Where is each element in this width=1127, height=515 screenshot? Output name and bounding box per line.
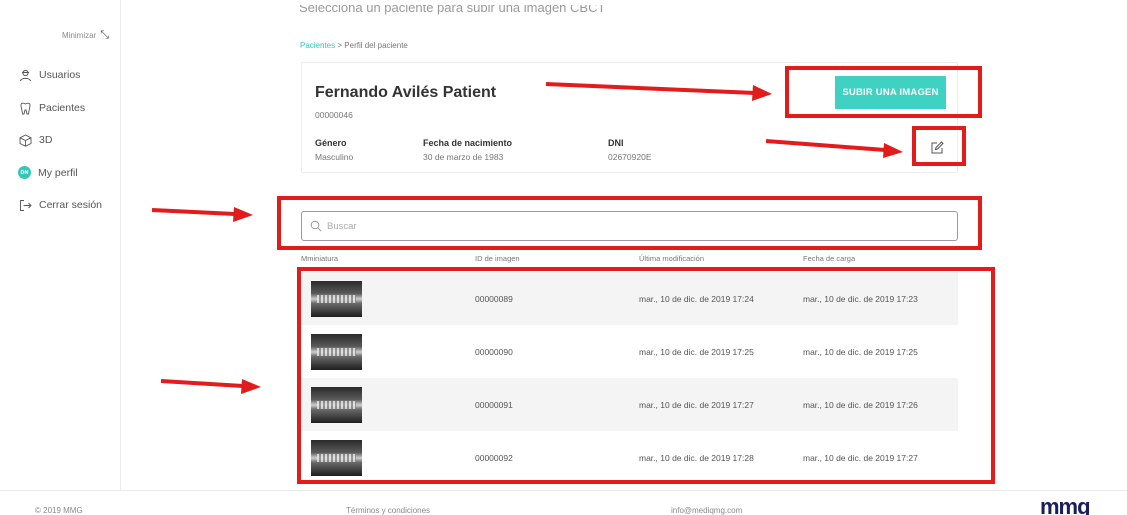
cell-upload-date: mar., 10 de dic. de 2019 17:25 — [803, 347, 918, 357]
sidebar-item-label: 3D — [39, 134, 53, 146]
xray-thumbnail[interactable] — [311, 440, 362, 476]
column-header-upload-date: Fecha de carga — [803, 254, 856, 263]
field-label: DNI — [608, 138, 624, 148]
column-header-image-id: ID de imagen — [475, 254, 520, 263]
page-instruction: Selecciona un paciente para subir una im… — [299, 5, 606, 15]
edit-patient-button[interactable] — [925, 136, 949, 160]
footer-divider — [0, 490, 1127, 491]
cell-upload-date: mar., 10 de dic. de 2019 17:23 — [803, 294, 918, 304]
sidebar-item-cerrar-sesion[interactable]: Cerrar sesión — [18, 198, 102, 212]
sidebar-item-label: Pacientes — [39, 102, 86, 114]
cell-upload-date: mar., 10 de dic. de 2019 17:26 — [803, 400, 918, 410]
avatar-icon: DN — [18, 166, 31, 179]
breadcrumb: Pacientes > Perfil del paciente — [300, 41, 408, 50]
annotation-arrow-table — [160, 379, 261, 394]
table-row[interactable]: 00000090 mar., 10 de dic. de 2019 17:25 … — [301, 325, 958, 378]
mmg-logo: mmg — [1040, 494, 1091, 515]
field-genero: Género Masculino — [315, 138, 353, 162]
users-icon — [18, 68, 32, 82]
column-header-thumbnail: Mminiatura — [301, 254, 339, 263]
sidebar-item-label: Cerrar sesión — [39, 199, 103, 211]
field-fecha-nacimiento: Fecha de nacimiento 30 de marzo de 1983 — [423, 138, 512, 162]
logout-icon — [18, 198, 32, 212]
cell-upload-date: mar., 10 de dic. de 2019 17:27 — [803, 453, 918, 463]
upload-image-button[interactable]: SUBIR UNA IMAGEN — [835, 76, 946, 109]
patient-id: 00000046 — [315, 110, 353, 120]
cell-image-id: 00000092 — [475, 453, 513, 463]
sidebar-item-label: My perfil — [38, 166, 78, 179]
breadcrumb-current: Perfil del paciente — [344, 41, 408, 50]
table-row[interactable]: 00000091 mar., 10 de dic. de 2019 17:27 … — [301, 378, 958, 431]
table-row[interactable]: 00000089 mar., 10 de dic. de 2019 17:24 … — [301, 272, 958, 325]
field-value: 02670920E — [608, 152, 652, 162]
xray-thumbnail[interactable] — [311, 334, 362, 370]
table-row[interactable]: 00000092 mar., 10 de dic. de 2019 17:28 … — [301, 431, 958, 484]
search-icon — [310, 220, 322, 232]
cube-icon — [18, 133, 32, 147]
breadcrumb-separator: > — [337, 41, 343, 50]
field-value: Masculino — [315, 152, 354, 162]
xray-thumbnail[interactable] — [311, 387, 362, 423]
field-value: 30 de marzo de 1983 — [423, 152, 504, 162]
footer-copyright: © 2019 MMG — [35, 506, 83, 515]
column-header-last-modified: Última modificación — [639, 254, 705, 263]
xray-thumbnail[interactable] — [311, 281, 362, 317]
breadcrumb-link-pacientes[interactable]: Pacientes — [300, 41, 335, 50]
search-input[interactable] — [327, 220, 927, 232]
tooth-icon — [18, 101, 32, 115]
cell-image-id: 00000089 — [475, 294, 513, 304]
sidebar-item-usuarios[interactable]: Usuarios — [18, 68, 80, 82]
field-label: Género — [315, 138, 347, 148]
sidebar-item-label: Usuarios — [39, 69, 81, 81]
field-dni: DNI 02670920E — [608, 138, 652, 162]
cell-last-modified: mar., 10 de dic. de 2019 17:24 — [639, 294, 754, 304]
edit-icon — [931, 141, 944, 154]
sidebar-item-my-perfil[interactable]: DN My perfil — [18, 166, 78, 179]
patient-name: Fernando Avilés Patient — [315, 84, 497, 101]
sidebar-item-3d[interactable]: 3D — [18, 133, 52, 147]
cell-last-modified: mar., 10 de dic. de 2019 17:25 — [639, 347, 754, 357]
cell-last-modified: mar., 10 de dic. de 2019 17:27 — [639, 400, 754, 410]
cell-last-modified: mar., 10 de dic. de 2019 17:28 — [639, 453, 754, 463]
minimize-button[interactable]: Minimizar ⤡ — [62, 29, 109, 42]
cell-image-id: 00000090 — [475, 347, 513, 357]
sidebar: Minimizar ⤡ Usuarios Pacientes 3D DN My … — [0, 0, 121, 490]
minimize-label: Minimizar — [62, 31, 97, 40]
field-label: Fecha de nacimiento — [423, 138, 513, 148]
sidebar-item-pacientes[interactable]: Pacientes — [18, 101, 85, 115]
annotation-arrow-search — [151, 207, 253, 222]
footer-email-link[interactable]: info@mediqmg.com — [671, 506, 742, 515]
search-box — [301, 211, 958, 241]
footer-terms-link[interactable]: Términos y condiciones — [346, 506, 430, 515]
cell-image-id: 00000091 — [475, 400, 513, 410]
collapse-arrows-icon: ⤡ — [100, 29, 110, 41]
